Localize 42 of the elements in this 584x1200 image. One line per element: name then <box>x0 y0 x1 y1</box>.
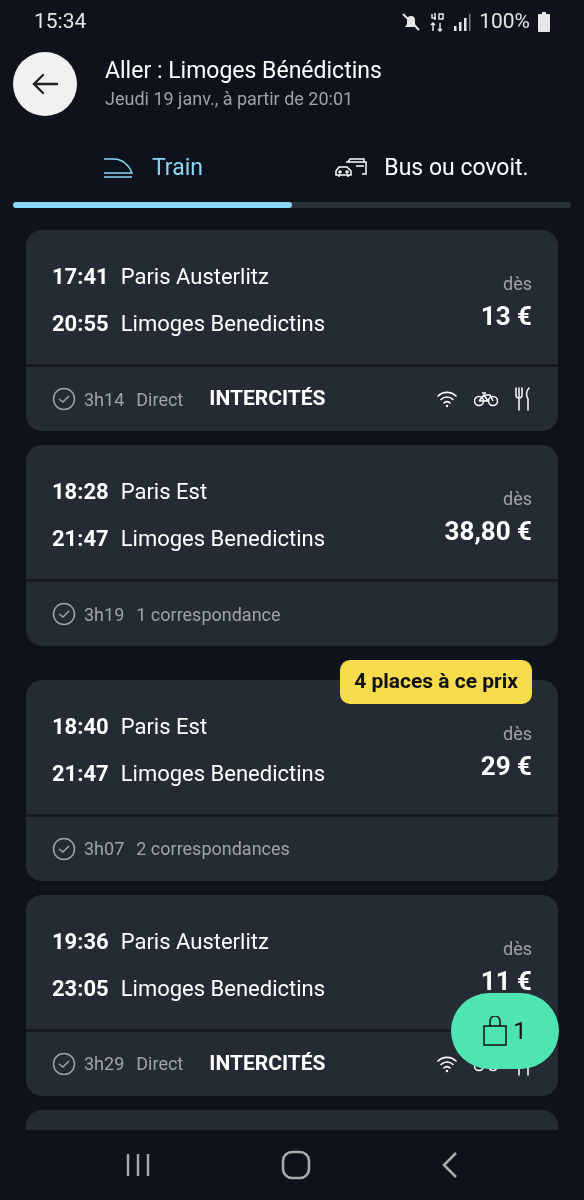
arrival-station: Limoges Benedictins <box>120 310 326 338</box>
departure-station: Paris Austerlitz <box>120 927 269 956</box>
price: 38,80 € <box>444 515 532 548</box>
clock: 15:34 <box>34 8 87 36</box>
connections: Direct <box>136 387 184 412</box>
operator-name: INTERCITÉS <box>209 385 326 413</box>
price-prefix: dès <box>503 272 532 296</box>
connections: 2 correspondances <box>136 837 290 861</box>
duration: 3h19 <box>84 602 125 627</box>
duration: 3h14 <box>84 387 125 412</box>
departure-station: Paris Est <box>120 712 208 741</box>
departure-time: 19:36 <box>52 927 109 956</box>
price-prefix: dès <box>503 936 532 961</box>
arrival-station: Limoges Benedictins <box>120 525 326 553</box>
departure-station: Paris Austerlitz <box>120 263 269 291</box>
connections: 1 correspondance <box>136 602 281 627</box>
connections: Direct <box>136 1052 184 1076</box>
tab[interactable]: Train <box>13 148 292 188</box>
arrival-station: Limoges Benedictins <box>120 759 326 788</box>
arrival-time: 20:55 <box>52 310 109 338</box>
departure-time: 18:28 <box>52 478 109 506</box>
duration: 3h29 <box>84 1052 125 1076</box>
arrival-station: Limoges Benedictins <box>120 974 326 1003</box>
arrival-time: 21:47 <box>52 759 109 788</box>
departure-station: Paris Est <box>120 478 208 506</box>
journey-card[interactable]: 18:28 Paris Est 21:47 Limoges Benedictins dès 38,80 € 3h19 1 correspondance <box>26 445 558 646</box>
tab[interactable]: Bus ou covoit. <box>292 148 571 188</box>
price: 13 € <box>480 300 532 333</box>
arrival-time: 23:05 <box>52 974 109 1003</box>
price-prefix: dès <box>503 721 532 746</box>
journey-card[interactable]: 17:41 Paris Austerlitz 20:55 Limoges Benedictins dès 13 € 3h14 Direct INTERCITÉS <box>26 230 558 431</box>
page-title: Aller : Limoges Bénédictins <box>105 56 382 86</box>
battery-percentage: 100% <box>479 8 530 36</box>
duration: 3h07 <box>84 837 125 861</box>
operator-name: INTERCITÉS <box>209 1049 326 1077</box>
price-prefix: dès <box>503 487 532 511</box>
page-subtitle: Jeudi 19 janv., à partir de 20:01 <box>105 87 355 111</box>
departure-time: 18:40 <box>52 712 109 741</box>
departure-time: 17:41 <box>52 263 109 291</box>
arrival-time: 21:47 <box>52 525 109 553</box>
availability-badge: 4 places à ce prix <box>340 660 532 704</box>
price: 29 € <box>480 749 532 783</box>
